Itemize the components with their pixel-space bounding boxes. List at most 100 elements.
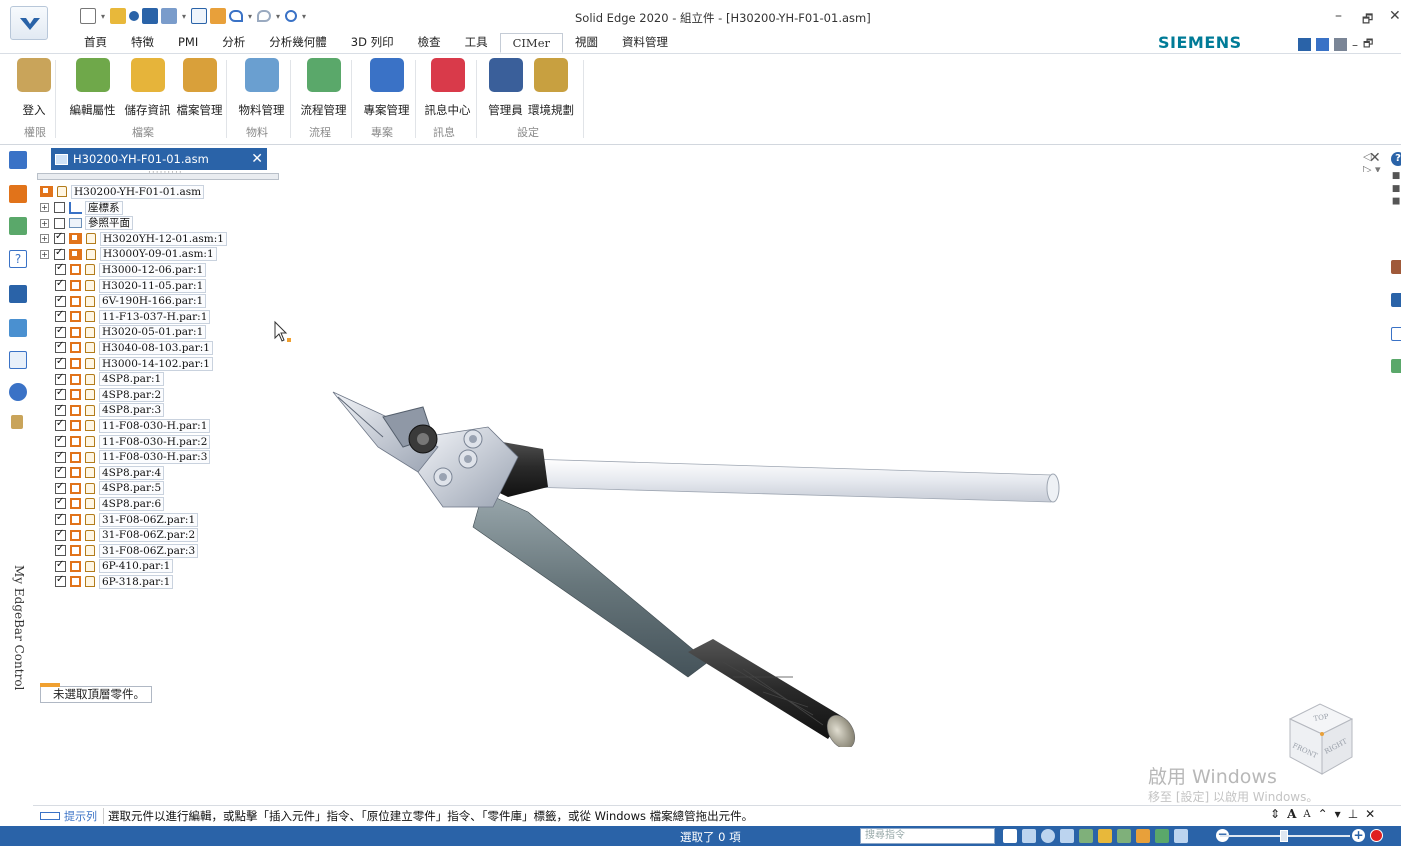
tab-3[interactable]: 分析 <box>210 33 257 53</box>
tab-10[interactable]: 資料管理 <box>610 33 680 53</box>
tree-item[interactable]: 6P-410.par:1 <box>55 559 174 574</box>
visibility-checkbox[interactable] <box>55 512 66 525</box>
right-panel-label[interactable]: ■ ■ ■ <box>1391 171 1401 207</box>
sheet-icon[interactable] <box>210 8 226 24</box>
pan-icon[interactable] <box>1079 829 1093 843</box>
zoom-area-icon[interactable] <box>1060 829 1074 843</box>
undo-dropdown-icon[interactable]: ▾ <box>246 12 254 21</box>
visibility-checkbox[interactable] <box>55 387 66 401</box>
pathfinder-tab-icon[interactable] <box>9 151 27 169</box>
visibility-checkbox[interactable] <box>55 403 66 416</box>
tree-item[interactable]: + H3000Y-09-01.asm:1 <box>40 247 217 262</box>
expand-icon[interactable]: + <box>40 249 49 259</box>
tree-item[interactable]: 4SP8.par:6 <box>55 496 165 511</box>
graphics-window[interactable]: ········· H30200-YH-F01-01.asm + 座標系 + 參照平面 +… <box>33 168 1385 804</box>
tree-item[interactable]: H3040-08-103.par:1 <box>55 340 213 355</box>
visibility-checkbox[interactable] <box>55 528 66 541</box>
spin-icon[interactable] <box>1117 829 1131 843</box>
visibility-checkbox[interactable] <box>55 294 66 307</box>
viewcube-corner-icon[interactable] <box>1320 732 1324 736</box>
query-icon[interactable]: ? <box>9 250 27 268</box>
properties-icon[interactable] <box>191 8 207 24</box>
redo-dropdown-icon[interactable]: ▾ <box>274 12 282 21</box>
tree-root[interactable]: H30200-YH-F01-01.asm <box>40 184 205 199</box>
layout-icon[interactable] <box>1316 38 1329 51</box>
features-library-icon[interactable] <box>9 319 27 337</box>
visibility-checkbox[interactable] <box>55 559 66 572</box>
layers-panel-icon[interactable] <box>1391 293 1401 307</box>
close-prompt-icon[interactable]: ✕ <box>1365 807 1375 821</box>
tree-item[interactable]: 4SP8.par:3 <box>55 403 165 418</box>
visibility-checkbox[interactable] <box>55 543 66 557</box>
visibility-checkbox[interactable] <box>55 340 66 354</box>
close-document-area-icon[interactable]: ✕ <box>1369 150 1381 166</box>
visibility-checkbox[interactable] <box>55 450 66 463</box>
new-file-icon[interactable] <box>80 8 96 24</box>
new-dropdown-icon[interactable]: ▾ <box>99 12 107 21</box>
visibility-checkbox[interactable] <box>55 356 66 369</box>
zoom-slider-knob[interactable] <box>1279 830 1288 842</box>
save-icon[interactable] <box>142 8 158 24</box>
tree-item[interactable]: H3000-14-102.par:1 <box>55 356 213 371</box>
visibility-checkbox[interactable] <box>55 418 66 432</box>
view-style-icon[interactable] <box>1298 38 1311 51</box>
tab-9[interactable]: 視圖 <box>563 33 610 53</box>
tree-item[interactable]: + 參照平面 <box>40 216 133 231</box>
application-button[interactable] <box>10 6 48 40</box>
ribbon-button-4[interactable]: 物料管理 <box>234 58 289 122</box>
tree-item[interactable]: 6V-190H-166.par:1 <box>55 294 207 309</box>
pin-prompt-icon[interactable]: ⊥ <box>1348 807 1358 821</box>
redo-icon[interactable] <box>257 10 271 22</box>
shading-icon[interactable] <box>1136 829 1150 843</box>
visibility-checkbox[interactable] <box>55 574 66 588</box>
arrow-tool-icon[interactable] <box>1003 829 1017 843</box>
scroll-updown-icon[interactable]: ⇕ <box>1270 807 1280 821</box>
tree-item[interactable]: 4SP8.par:5 <box>55 481 165 496</box>
ribbon-button-9[interactable]: 環境規劃 <box>526 58 576 122</box>
restore-icon[interactable]: 🗗 <box>1362 10 1373 31</box>
visibility-checkbox[interactable] <box>54 202 65 213</box>
close-icon[interactable]: ✕ <box>1389 8 1401 24</box>
zoom-in-icon[interactable]: + <box>1352 829 1365 842</box>
visibility-checkbox[interactable] <box>55 434 66 447</box>
collapse-icon[interactable]: ⌃ <box>1318 807 1328 821</box>
visibility-checkbox[interactable] <box>54 231 65 245</box>
visibility-checkbox[interactable] <box>55 309 66 323</box>
lopper-3d-model[interactable] <box>323 377 1083 747</box>
tab-5[interactable]: 3D 列印 <box>339 33 406 53</box>
tree-item[interactable]: 11-F08-030-H.par:2 <box>55 434 211 449</box>
font-larger-icon[interactable]: A <box>1287 807 1296 821</box>
tab-8[interactable]: CIMer <box>499 33 563 53</box>
ribbon-button-3[interactable]: 檔案管理 <box>172 58 227 122</box>
tree-item[interactable]: + H3020YH-12-01.asm:1 <box>40 231 227 246</box>
sketch-view-icon[interactable] <box>1155 829 1169 843</box>
minimize-icon[interactable]: – <box>1335 8 1342 24</box>
undo-icon[interactable] <box>229 10 243 22</box>
library-panel-icon[interactable] <box>1391 260 1401 274</box>
save-dropdown-icon[interactable]: ▾ <box>180 12 188 21</box>
tab-2[interactable]: PMI <box>166 33 210 53</box>
tree-item[interactable]: 11-F08-030-H.par:3 <box>55 450 211 465</box>
sensors-icon[interactable] <box>9 351 27 369</box>
command-search-input[interactable]: 搜尋指令 <box>860 828 995 844</box>
document-close-icon[interactable]: ✕ <box>251 151 263 167</box>
help-icon[interactable] <box>1334 38 1347 51</box>
ribbon-button-6[interactable]: 專案管理 <box>359 58 414 122</box>
ribbon-button-1[interactable]: 編輯屬性 <box>65 58 120 122</box>
restore-ribbon-icon[interactable]: 🗗 <box>1363 35 1373 54</box>
expand-icon[interactable]: + <box>40 234 49 244</box>
tree-item[interactable]: 11-F08-030-H.par:1 <box>55 418 211 433</box>
tab-4[interactable]: 分析幾何體 <box>257 33 339 53</box>
ribbon-button-5[interactable]: 流程管理 <box>296 58 351 122</box>
edgebar-control-label[interactable]: My EdgeBar Control <box>12 565 26 690</box>
ribbon-button-2[interactable]: 儲存資訊 <box>120 58 175 122</box>
open-file-icon[interactable] <box>110 8 126 24</box>
ribbon-button-7[interactable]: 訊息中心 <box>420 58 475 122</box>
tab-0[interactable]: 首頁 <box>72 33 119 53</box>
rotate-icon[interactable] <box>1098 829 1112 843</box>
tree-item[interactable]: 31-F08-06Z.par:2 <box>55 528 199 543</box>
visibility-checkbox[interactable] <box>54 247 65 260</box>
visibility-checkbox[interactable] <box>55 496 66 510</box>
parts-library-icon[interactable] <box>9 217 27 235</box>
expand-icon[interactable]: + <box>40 203 49 212</box>
